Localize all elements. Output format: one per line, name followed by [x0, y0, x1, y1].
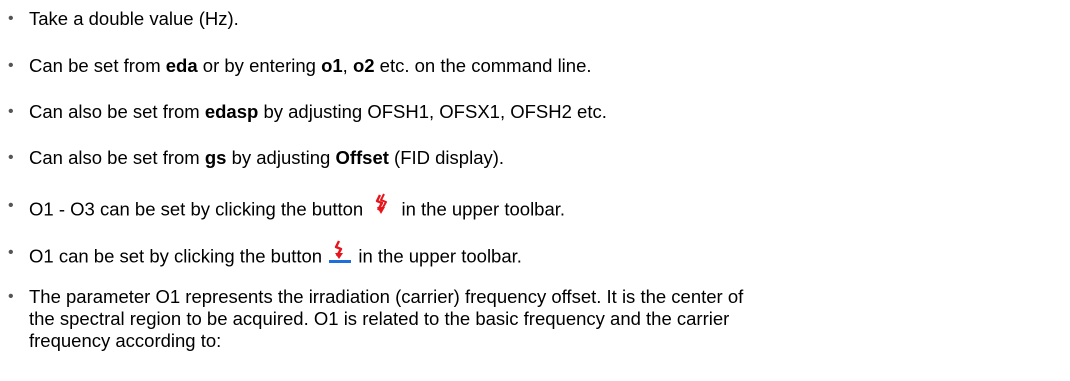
list-item-text: Can also be set from gs by adjusting Off…: [29, 147, 505, 168]
command-o2: o2: [352, 55, 375, 76]
bullet: •: [8, 197, 14, 214]
command-edasp: edasp: [204, 101, 259, 122]
text-line: frequency according to:: [29, 330, 222, 351]
text-line: The parameter O1 represents the irradiat…: [29, 286, 744, 307]
list-item-text: The parameter O1 represents the irradiat…: [29, 286, 1059, 352]
command-gs: gs: [204, 147, 227, 168]
offset-label: Offset: [335, 147, 389, 168]
bullet: •: [8, 149, 14, 166]
list-item-text: O1 - O3 can be set by clicking the butto…: [29, 192, 1059, 226]
bullet: •: [8, 288, 14, 305]
frequency-offset-o1-o3-icon: [368, 192, 396, 223]
text-line: the spectral region to be acquired. O1 i…: [29, 308, 730, 329]
command-o1: o1: [321, 55, 343, 76]
bullet: •: [8, 103, 14, 120]
list-item-text: Can also be set from edasp by adjusting …: [29, 101, 607, 122]
bullet: •: [8, 244, 14, 261]
list-item-text: O1 can be set by clicking the button in …: [29, 239, 1059, 273]
frequency-offset-o1-icon: [327, 239, 353, 270]
command-eda: eda: [165, 55, 198, 76]
list-item-text: Can be set from eda or by entering o1, o…: [29, 55, 592, 76]
list-item-text: Take a double value (Hz).: [29, 8, 239, 29]
bullet: •: [8, 57, 14, 74]
bullet: •: [8, 10, 14, 27]
